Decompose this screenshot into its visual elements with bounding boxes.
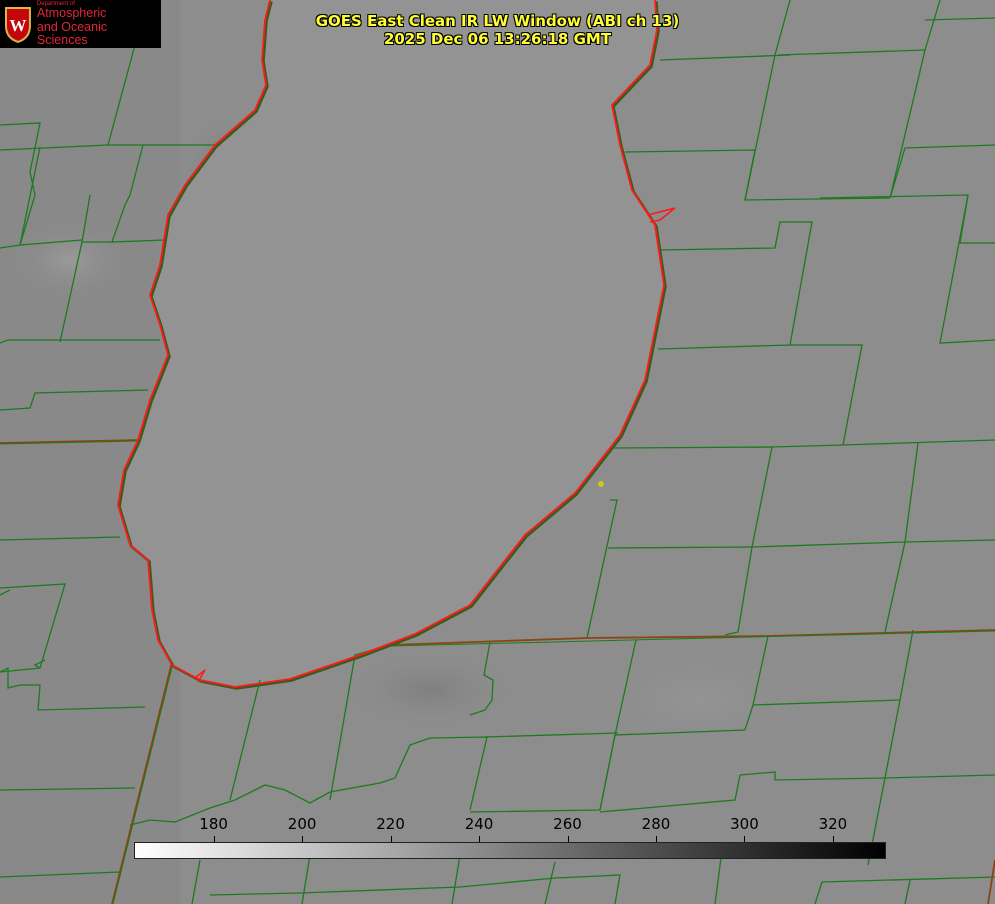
colorbar-tick-label: 180: [199, 815, 228, 833]
image-timestamp: 2025 Dec 06 13:26:18 GMT: [383, 30, 612, 48]
colorbar-tick-label: 280: [641, 815, 671, 833]
colorbar-tick-label: 220: [376, 815, 405, 833]
colorbar: [134, 842, 886, 859]
colorbar-tick-mark: [832, 836, 834, 842]
colorbar-tick-mark: [390, 836, 392, 842]
colorbar-tick-label: 240: [464, 815, 494, 833]
colorbar-tick-mark: [479, 836, 481, 842]
colorbar-tick-mark: [302, 836, 304, 842]
colorbar-tick-mark: [744, 836, 746, 842]
colorbar-tick-label: 300: [730, 815, 759, 833]
colorbar-tick-mark: [655, 836, 657, 842]
colorbar-tick-mark: [213, 836, 215, 842]
colorbar-tick-mark: [567, 836, 569, 842]
image-title: GOES East Clean IR LW Window (ABI ch 13): [315, 12, 680, 30]
satellite-map: [0, 0, 995, 904]
satellite-image-viewer: W Department of Atmospheric and Oceanic …: [0, 0, 995, 904]
colorbar-tick-label: 260: [553, 815, 582, 833]
colorbar-tick-label: 320: [818, 815, 848, 833]
location-marker: [598, 481, 604, 487]
colorbar-tick-label: 200: [287, 815, 317, 833]
